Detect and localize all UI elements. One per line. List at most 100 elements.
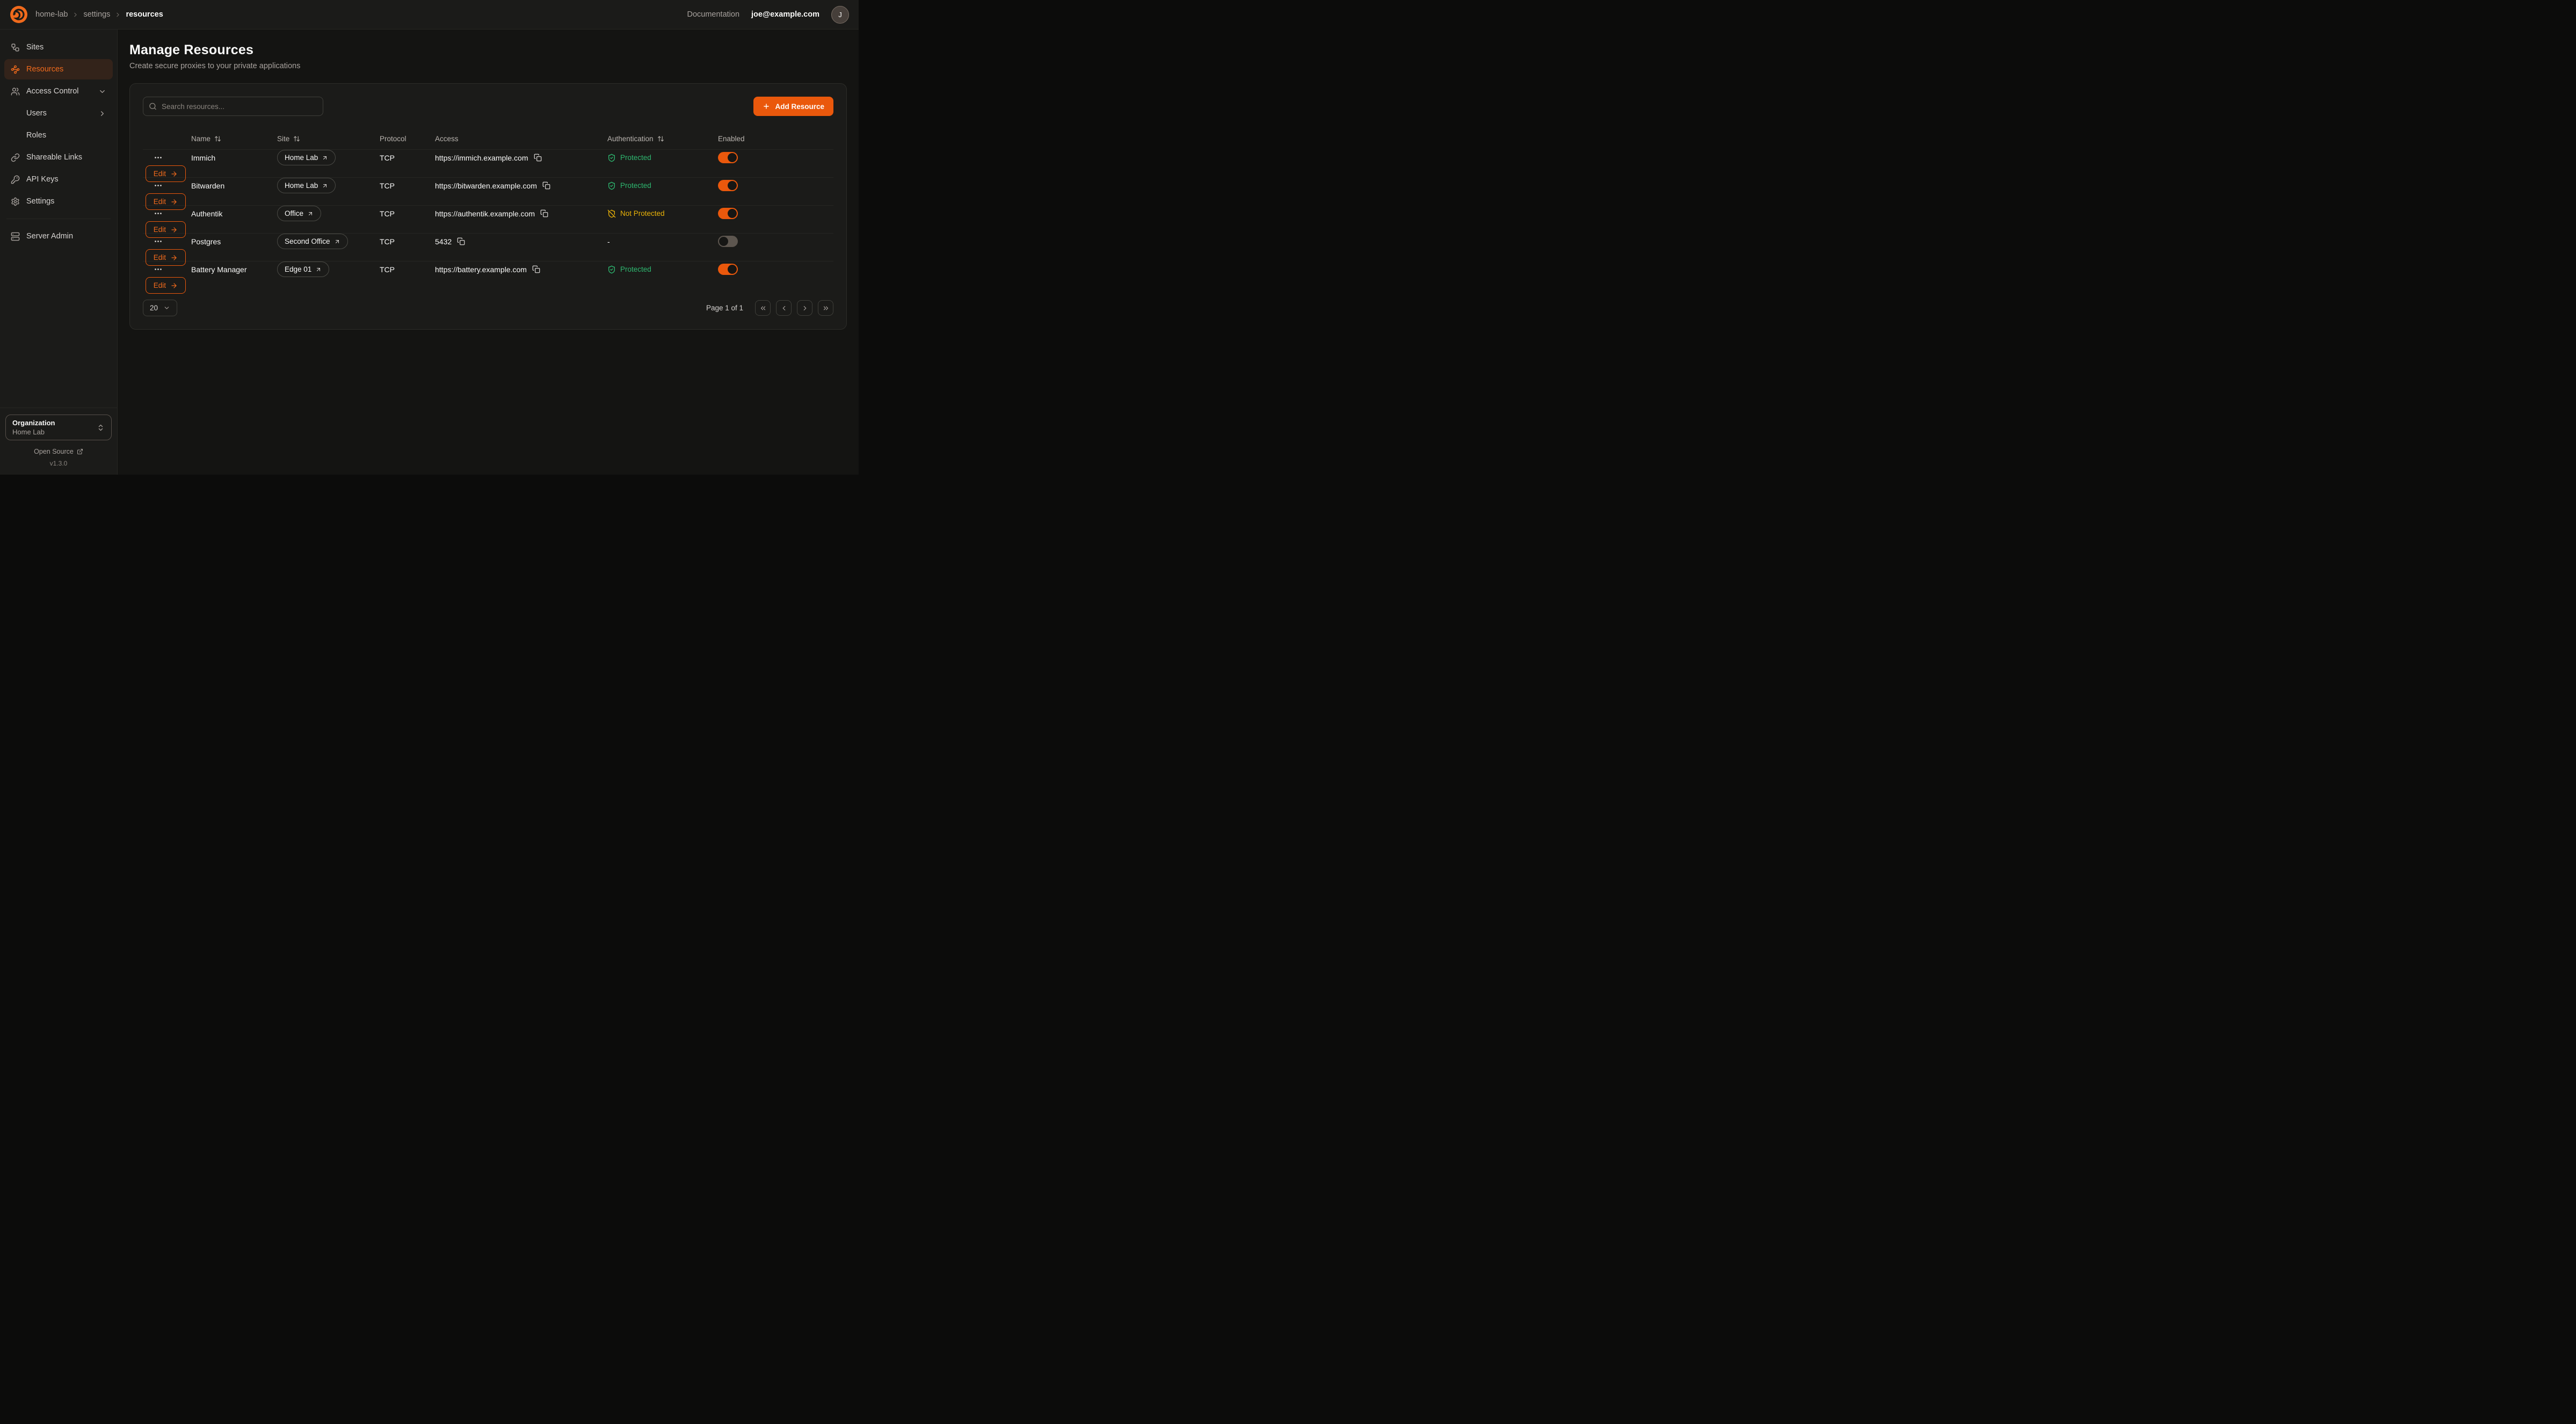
copy-icon[interactable] [534,154,542,162]
row-menu-icon[interactable] [154,181,163,190]
resource-access-url: https://bitwarden.example.com [435,181,537,190]
sidebar-item-sites[interactable]: Sites [4,37,113,57]
copy-icon[interactable] [532,265,540,273]
site-link-badge[interactable]: Office [277,206,321,221]
sidebar-item-label: Sites [26,43,43,52]
site-link-badge[interactable]: Home Lab [277,150,336,165]
sidebar-item-label: Server Admin [26,232,73,241]
open-source-link[interactable]: Open Source [5,448,112,455]
arrow-up-right-icon [322,183,328,189]
resource-access-url: https://battery.example.com [435,265,527,274]
sidebar-footer: Organization Home Lab Open Source v1.3.0 [0,408,117,475]
sidebar-item-label: Users [26,109,47,118]
breadcrumb-org[interactable]: home-lab [35,10,68,19]
organization-label: Organization [12,419,55,427]
pagination: 20 Page 1 of 1 [143,300,833,316]
user-email[interactable]: joe@example.com [751,10,819,19]
copy-icon[interactable] [542,181,550,190]
key-icon [11,175,20,184]
enabled-toggle[interactable] [718,236,738,247]
arrow-right-icon [170,226,178,234]
enabled-toggle[interactable] [718,264,738,275]
sidebar-item-settings[interactable]: Settings [4,191,113,212]
previous-page-button[interactable] [776,300,792,316]
chevron-right-icon [98,110,106,118]
table-row: Authentik Office TCP https://authentik.e… [143,205,833,233]
auth-status: Protected [607,154,718,162]
column-header-access: Access [435,135,459,143]
sidebar-item-users[interactable]: Users [4,103,113,123]
shield-check-icon [607,181,616,190]
auth-status-text: Not Protected [620,209,665,217]
sidebar-item-access-control[interactable]: Access Control [4,81,113,101]
sidebar-item-server-admin[interactable]: Server Admin [4,226,113,246]
add-resource-button[interactable]: Add Resource [753,97,833,116]
sidebar-item-resources[interactable]: Resources [4,59,113,79]
users-icon [11,87,20,96]
last-page-button[interactable] [818,300,833,316]
sidebar-item-shareable-links[interactable]: Shareable Links [4,147,113,168]
edit-button[interactable]: Edit [146,221,186,238]
search-icon [149,103,157,111]
sort-icon[interactable] [214,135,221,142]
sidebar-item-label: Resources [26,65,63,74]
auth-status: Protected [607,265,718,274]
chevron-right-icon [801,304,809,312]
main-content: Manage Resources Create secure proxies t… [118,30,859,475]
auth-status-text: - [607,237,610,246]
resource-access-url: https://authentik.example.com [435,209,535,218]
edit-button[interactable]: Edit [146,165,186,182]
chevron-down-icon [163,304,170,311]
chevrons-up-down-icon [97,424,105,432]
external-link-icon [77,448,83,455]
column-header-site: Site [277,135,289,143]
resource-protocol: TCP [380,265,435,274]
breadcrumb-resources[interactable]: resources [126,10,163,19]
copy-icon[interactable] [457,237,465,245]
documentation-link[interactable]: Documentation [687,10,740,19]
arrow-right-icon [170,254,178,261]
sort-icon[interactable] [293,135,300,142]
first-page-button[interactable] [755,300,771,316]
arrow-right-icon [170,170,178,178]
breadcrumb: home-lab settings resources [35,10,163,19]
resource-protocol: TCP [380,209,435,218]
enabled-toggle[interactable] [718,180,738,191]
row-menu-icon[interactable] [154,237,163,246]
enabled-toggle[interactable] [718,208,738,219]
avatar[interactable]: J [831,6,849,24]
site-link-badge[interactable]: Second Office [277,234,348,249]
resources-card: Add Resource Name Site P [129,83,847,330]
next-page-button[interactable] [797,300,812,316]
chevron-right-icon [72,11,79,18]
row-menu-icon[interactable] [154,265,163,274]
row-menu-icon[interactable] [154,153,163,162]
resource-name: Authentik [191,209,277,218]
resource-name: Bitwarden [191,181,277,190]
edit-button[interactable]: Edit [146,249,186,266]
edit-button[interactable]: Edit [146,277,186,294]
pangolin-logo-icon[interactable] [10,5,28,24]
auth-status: Protected [607,181,718,190]
column-header-authentication: Authentication [607,135,654,143]
sidebar-item-label: API Keys [26,175,59,184]
search-input[interactable] [143,97,323,116]
site-link-badge[interactable]: Home Lab [277,178,336,193]
sort-icon[interactable] [657,135,664,142]
sidebar-item-roles[interactable]: Roles [4,125,113,146]
resource-name: Battery Manager [191,265,277,274]
resources-toolbar: Add Resource [143,97,833,116]
site-link-badge[interactable]: Edge 01 [277,261,329,277]
resources-table: Name Site Protocol Access Authentication [143,128,833,289]
page-size-select[interactable]: 20 [143,300,177,316]
edit-button[interactable]: Edit [146,193,186,210]
breadcrumb-settings[interactable]: settings [83,10,110,19]
arrow-up-right-icon [307,210,314,217]
shield-check-icon [607,265,616,274]
copy-icon[interactable] [540,209,548,217]
organization-selector[interactable]: Organization Home Lab [5,415,112,440]
row-menu-icon[interactable] [154,209,163,218]
enabled-toggle[interactable] [718,152,738,163]
table-body: Immich Home Lab TCP https://immich.examp… [143,149,833,289]
sidebar-item-api-keys[interactable]: API Keys [4,169,113,190]
